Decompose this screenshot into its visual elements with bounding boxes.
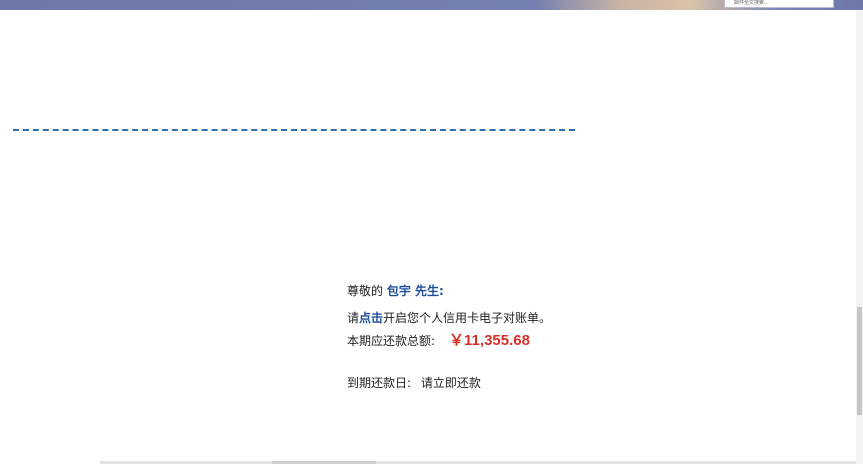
due-date-label: 到期还款日:	[347, 376, 412, 390]
greeting-prefix: 尊敬的	[347, 284, 384, 298]
scrollbar-thumb[interactable]	[857, 307, 862, 415]
open-statement-link[interactable]: 点击	[359, 311, 383, 325]
open-prefix: 请	[347, 311, 360, 325]
amount-due-label: 本期应还款总额:	[347, 334, 436, 348]
vertical-scrollbar[interactable]	[856, 10, 863, 464]
dashed-divider	[13, 129, 575, 131]
customer-name: 包宇 先生	[386, 284, 440, 298]
amount-due-value: ￥11,355.68	[449, 332, 530, 349]
search-icon	[725, 0, 734, 7]
greeting-line: 尊敬的 包宇 先生:	[347, 283, 444, 299]
open-suffix: 开启您个人信用卡电子对账单。	[383, 311, 552, 325]
greeting-suffix: :	[439, 284, 444, 298]
mail-search-input[interactable]: 邮件全文搜索...	[724, 0, 834, 8]
search-placeholder: 邮件全文搜索...	[734, 0, 769, 6]
due-date-line: 到期还款日: 请立即还款	[347, 375, 481, 391]
amount-due-line: 本期应还款总额: ￥11,355.68	[347, 333, 530, 349]
due-date-value: 请立即还款	[420, 376, 481, 390]
open-statement-line: 请点击开启您个人信用卡电子对账单。	[347, 310, 551, 326]
